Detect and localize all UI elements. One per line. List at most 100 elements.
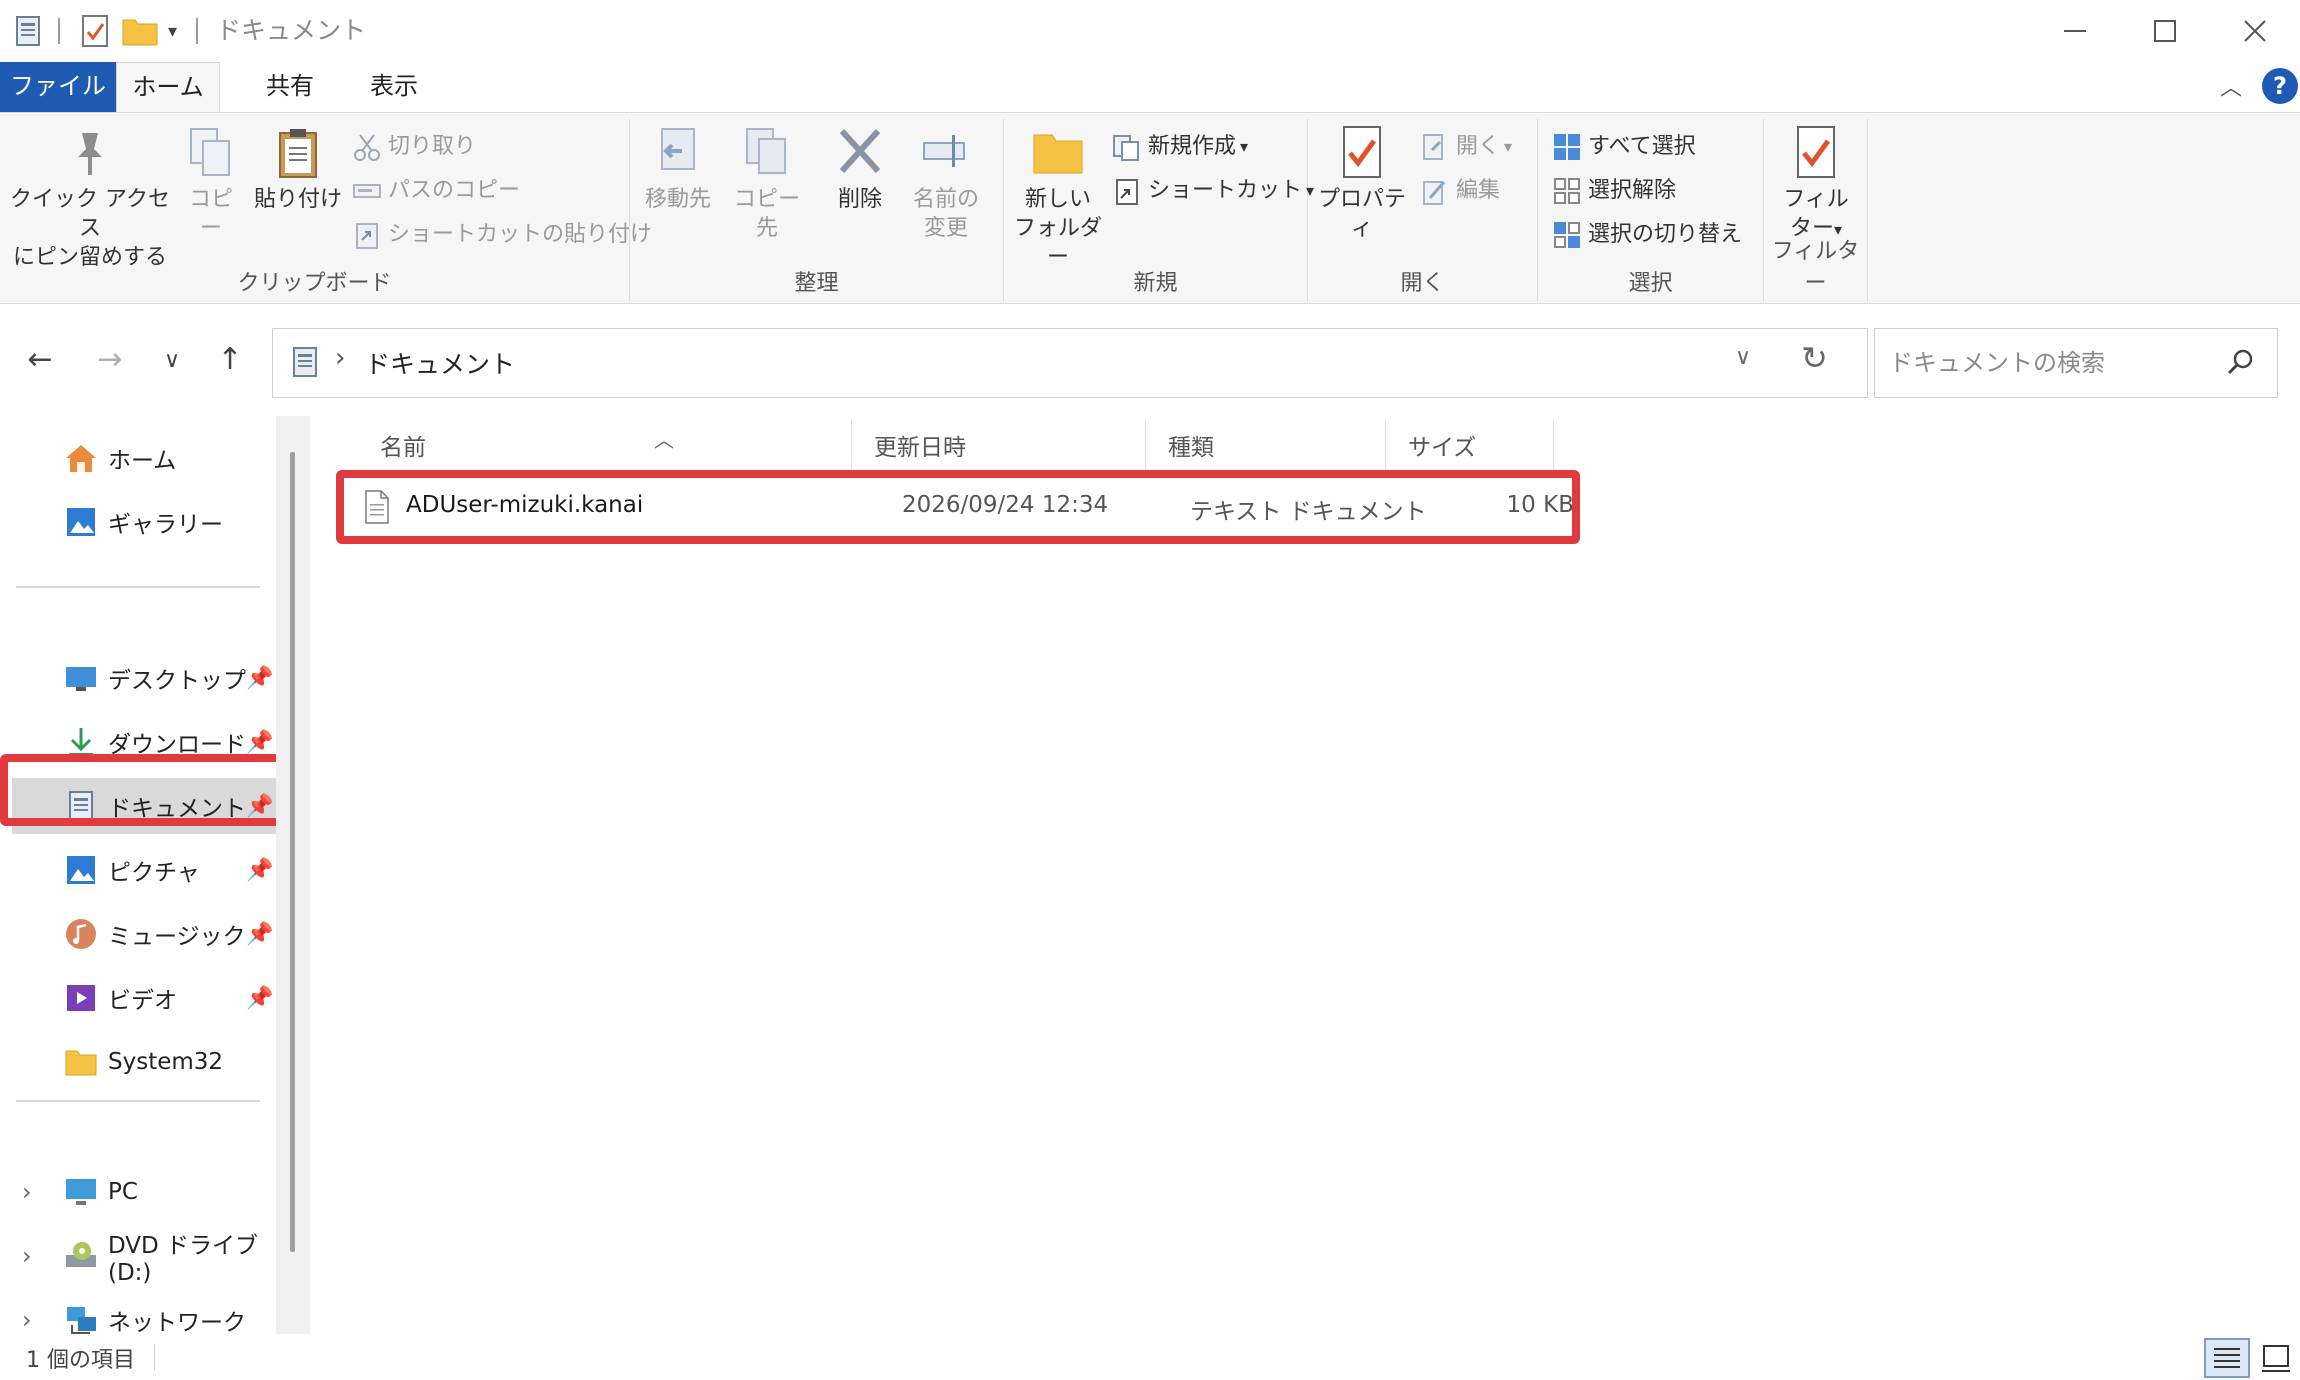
properties-icon xyxy=(1343,126,1381,178)
help-icon[interactable]: ? xyxy=(2262,68,2298,104)
sidebar-item-videos[interactable]: ビデオ 📌 xyxy=(0,970,280,1026)
tab-share[interactable]: 共有 xyxy=(246,62,334,112)
cut-label: 切り取り xyxy=(388,134,477,159)
sidebar-item-gallery[interactable]: ギャラリー xyxy=(0,494,280,550)
open-button[interactable]: 開く ▾ xyxy=(1420,129,1512,165)
shortcut-label: ショートカット xyxy=(1148,178,1303,203)
copy-button[interactable]: コピー xyxy=(180,125,242,243)
properties-icon[interactable] xyxy=(80,14,110,48)
home-icon xyxy=(66,445,96,472)
breadcrumb[interactable]: ドキュメント xyxy=(365,345,515,381)
forward-arrow-icon[interactable]: → xyxy=(90,342,130,377)
rename-button[interactable]: 名前の 変更 xyxy=(906,125,986,243)
tab-file[interactable]: ファイル xyxy=(0,62,116,112)
group-label-select: 選択 xyxy=(1628,271,1673,296)
shortcut-button[interactable]: ショートカット ▾ xyxy=(1112,173,1314,209)
clipboard-icon xyxy=(279,129,317,178)
select-none-button[interactable]: 選択解除 xyxy=(1552,173,1676,209)
scrollbar-thumb[interactable] xyxy=(290,452,295,1252)
new-item-button[interactable]: 新規作成 ▾ xyxy=(1112,129,1248,165)
pin-icon[interactable]: 📌 xyxy=(246,730,273,755)
paste-shortcut-button[interactable]: ショートカットの貼り付け xyxy=(352,217,652,253)
navigation-pane: ホーム ギャラリー デスクトップ 📌 ダウンロード 📌 ドキュメント 📌 ピクチ… xyxy=(0,414,310,1340)
refresh-icon[interactable]: ↻ xyxy=(1801,339,1828,377)
delete-button[interactable]: 削除 xyxy=(826,125,894,214)
new-item-icon xyxy=(1113,135,1139,161)
documents-icon xyxy=(16,14,40,48)
column-header-type[interactable]: 種類 xyxy=(1154,420,1386,476)
select-none-label: 選択解除 xyxy=(1588,178,1677,203)
group-label-open: 開く xyxy=(1400,271,1445,296)
new-folder-label-1: 新しい xyxy=(1024,187,1091,212)
details-view-button[interactable] xyxy=(2204,1338,2250,1378)
details-view-icon xyxy=(2214,1348,2240,1368)
sidebar-item-pictures[interactable]: ピクチャ 📌 xyxy=(0,842,280,898)
edit-label: 編集 xyxy=(1456,178,1501,203)
expand-chevron-icon[interactable]: › xyxy=(22,1242,32,1270)
search-box[interactable] xyxy=(1874,328,2278,398)
edit-icon xyxy=(1423,181,1446,205)
divider xyxy=(196,18,198,44)
breadcrumb-chevron-icon[interactable]: › xyxy=(335,343,345,373)
documents-icon xyxy=(293,347,317,377)
expand-chevron-icon[interactable]: › xyxy=(22,1306,32,1334)
paste-button[interactable]: 貼り付け xyxy=(252,125,344,214)
back-arrow-icon[interactable]: ← xyxy=(20,342,60,377)
pin-icon[interactable]: 📌 xyxy=(246,666,273,691)
cut-button[interactable]: 切り取り xyxy=(352,129,476,165)
new-folder-icon[interactable] xyxy=(122,14,158,48)
gallery-icon xyxy=(67,508,95,536)
select-all-button[interactable]: すべて選択 xyxy=(1552,129,1696,165)
address-bar[interactable]: › ドキュメント ∨ ↻ xyxy=(272,328,1868,398)
open-icon xyxy=(1423,134,1443,160)
item-count: 1 個の項目 xyxy=(26,1348,135,1373)
copy-label: コピー xyxy=(188,187,233,241)
up-arrow-icon[interactable]: ↑ xyxy=(210,342,250,377)
address-dropdown-icon[interactable]: ∨ xyxy=(1735,345,1751,370)
divider xyxy=(16,1100,260,1102)
expand-chevron-icon[interactable]: › xyxy=(22,1178,32,1206)
copy-path-button[interactable]: パスのコピー xyxy=(352,173,520,209)
column-header-name[interactable]: 名前 ︿ xyxy=(366,420,852,476)
pin-icon[interactable]: 📌 xyxy=(246,858,273,883)
move-to-button[interactable]: 移動先 xyxy=(640,125,716,214)
collapse-ribbon-icon[interactable]: ︿ xyxy=(2220,70,2242,102)
search-input[interactable] xyxy=(1889,343,2219,383)
maximize-button[interactable] xyxy=(2120,8,2210,54)
folder-icon xyxy=(1033,134,1083,174)
minimize-button[interactable] xyxy=(2030,8,2120,54)
filter-button[interactable]: フィル ター▾ xyxy=(1772,125,1860,244)
search-icon[interactable] xyxy=(2225,347,2255,377)
status-bar: 1 個の項目 xyxy=(0,1334,2300,1380)
pin-quick-access-button[interactable]: クイック アクセス にピン留めする xyxy=(6,125,174,272)
sidebar-item-label: ピクチャ xyxy=(108,860,200,886)
large-icons-view-button[interactable] xyxy=(2256,1338,2296,1378)
recent-locations-chevron-icon[interactable]: ∨ xyxy=(152,348,192,373)
sidebar-item-home[interactable]: ホーム xyxy=(0,430,280,486)
paste-shortcut-icon xyxy=(356,223,378,249)
pc-icon xyxy=(66,1179,96,1205)
sidebar-item-desktop[interactable]: デスクトップ 📌 xyxy=(0,650,280,706)
pin-icon[interactable]: 📌 xyxy=(246,986,273,1011)
divider xyxy=(16,586,260,588)
group-label-clipboard: クリップボード xyxy=(237,271,392,296)
sidebar-scrollbar[interactable] xyxy=(276,416,310,1340)
properties-button[interactable]: プロパティ xyxy=(1312,125,1412,243)
sidebar-item-label: PC xyxy=(108,1179,138,1205)
sidebar-item-dvd[interactable]: › DVD ドライブ (D:) xyxy=(0,1228,280,1286)
tab-view[interactable]: 表示 xyxy=(350,62,438,112)
customize-toolbar-icon[interactable]: ▾ xyxy=(168,14,177,48)
sidebar-item-pc[interactable]: › PC xyxy=(0,1164,280,1220)
column-header-size[interactable]: サイズ xyxy=(1394,420,1554,476)
paste-shortcut-label: ショートカットの貼り付け xyxy=(388,222,653,247)
edit-button[interactable]: 編集 xyxy=(1420,173,1500,209)
close-button[interactable] xyxy=(2210,8,2300,54)
sidebar-item-system32[interactable]: System32 xyxy=(0,1034,280,1090)
sidebar-item-music[interactable]: ミュージック 📌 xyxy=(0,906,280,962)
copy-to-button[interactable]: コピー先 xyxy=(724,125,810,243)
new-folder-button[interactable]: 新しい フォルダー xyxy=(1010,125,1106,272)
pin-icon[interactable]: 📌 xyxy=(246,922,273,947)
invert-selection-button[interactable]: 選択の切り替え xyxy=(1552,217,1742,253)
tab-home[interactable]: ホーム xyxy=(116,62,220,112)
column-header-modified[interactable]: 更新日時 xyxy=(860,420,1146,476)
